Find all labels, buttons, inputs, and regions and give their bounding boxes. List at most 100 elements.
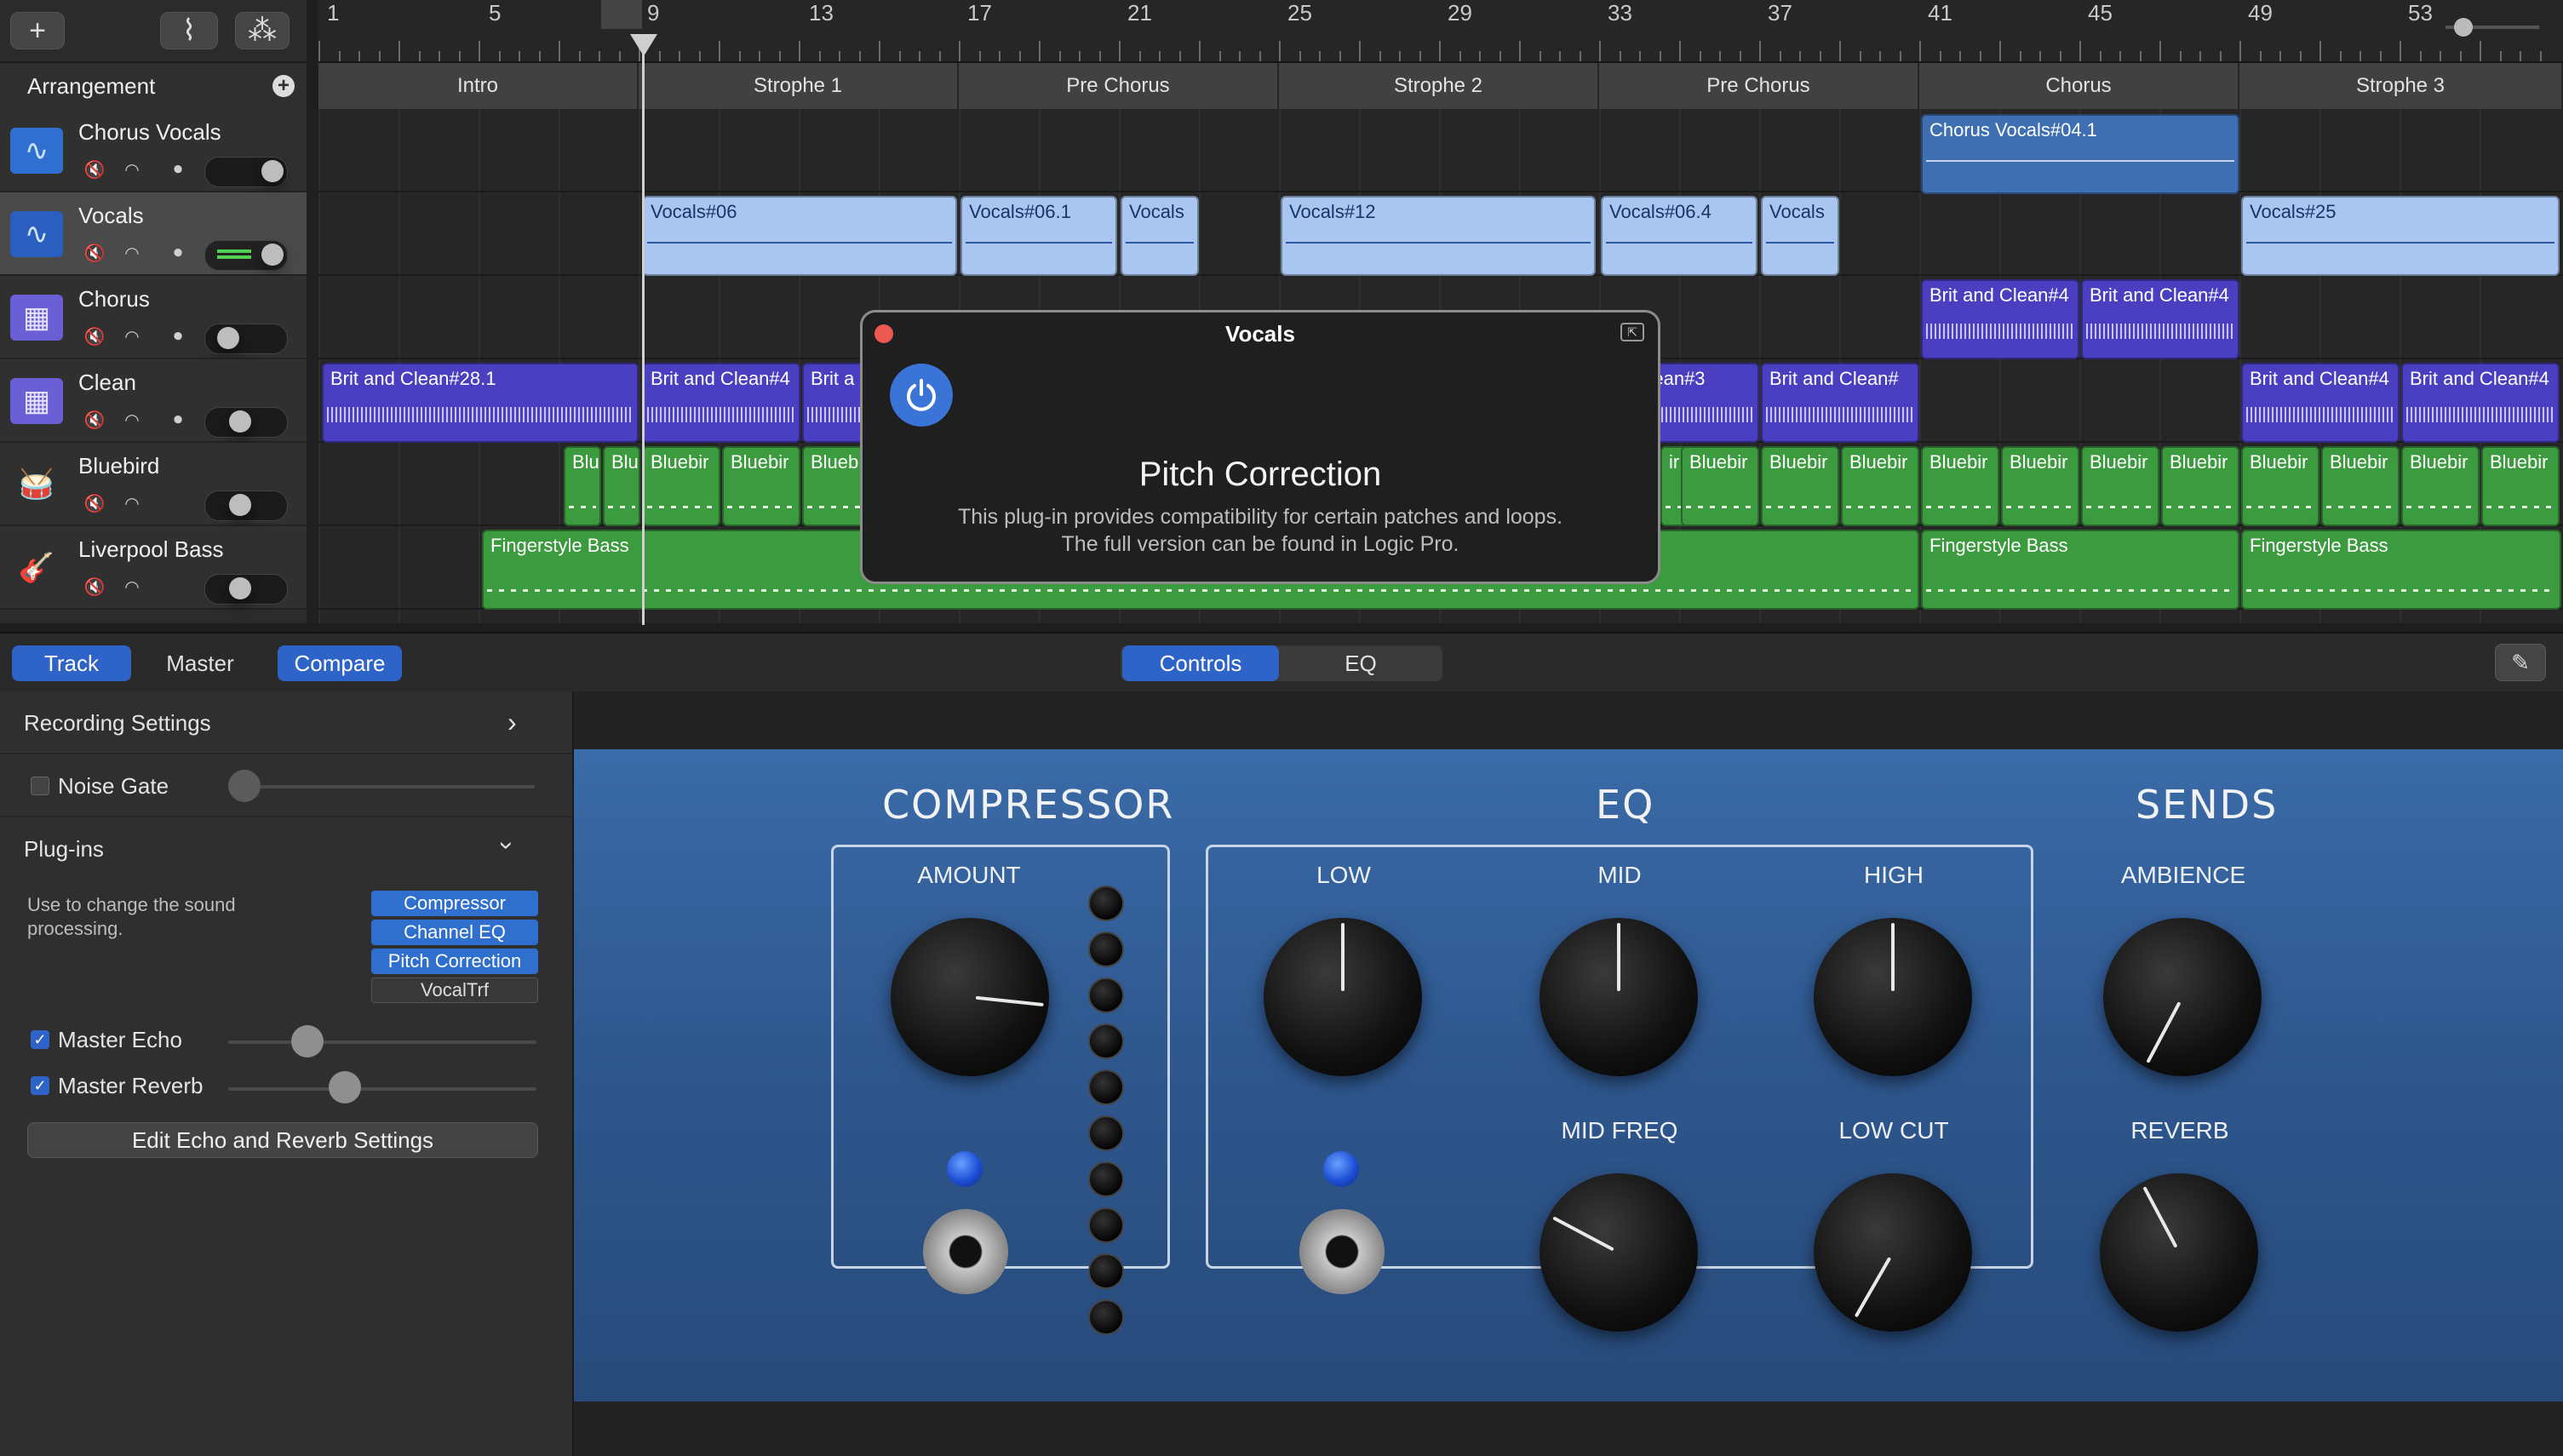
mute-icon[interactable]: 🔇	[80, 324, 109, 349]
arrangement-marker[interactable]: Chorus	[1919, 63, 2239, 109]
mid-freq-knob[interactable]	[1540, 1173, 1698, 1332]
master-reverb-slider-knob[interactable]	[329, 1071, 361, 1103]
arrangement-marker[interactable]: Strophe 1	[639, 63, 959, 109]
automation-button[interactable]: ⌇	[160, 12, 218, 49]
master-echo-slider[interactable]	[228, 1040, 536, 1044]
plugin-slot-pitch-correction[interactable]: Pitch Correction	[371, 949, 538, 974]
add-marker-icon[interactable]: +	[272, 75, 295, 97]
amount-knob[interactable]	[891, 918, 1049, 1076]
drummer-region[interactable]: Bluebir	[2481, 446, 2560, 526]
mute-icon[interactable]: 🔇	[80, 157, 109, 182]
ambience-knob[interactable]	[2103, 918, 2262, 1076]
mid-knob[interactable]	[1540, 918, 1698, 1076]
track-header-liverpool-bass[interactable]: 🎸 Liverpool Bass 🔇 ◠	[0, 526, 307, 610]
power-icon[interactable]	[890, 364, 953, 427]
low-cut-knob[interactable]	[1814, 1173, 1972, 1332]
tab-track[interactable]: Track	[12, 645, 131, 681]
expand-icon[interactable]: ⇱	[1620, 323, 1644, 341]
tab-eq[interactable]: EQ	[1281, 645, 1441, 681]
arrangement-marker[interactable]: Pre Chorus	[1599, 63, 1919, 109]
headphones-icon[interactable]: ◠	[118, 574, 146, 599]
headphones-icon[interactable]: ◠	[118, 490, 146, 516]
audio-region[interactable]: Vocals	[1761, 196, 1839, 276]
audio-region[interactable]: Brit and Clean#4	[642, 363, 800, 443]
drummer-region[interactable]: Bluebir	[1681, 446, 1759, 526]
mute-icon[interactable]: 🔇	[80, 490, 109, 516]
track-volume-toggle[interactable]	[204, 324, 288, 354]
master-reverb-checkbox[interactable]: ✓	[31, 1076, 49, 1095]
audio-region[interactable]: Vocals#06.1	[960, 196, 1117, 276]
headphones-icon[interactable]: ◠	[118, 324, 146, 349]
drummer-region[interactable]: Blu	[564, 446, 601, 526]
playhead[interactable]	[642, 34, 645, 625]
playhead-handle[interactable]	[630, 34, 657, 56]
headphones-icon[interactable]: ◠	[118, 407, 146, 433]
audio-region[interactable]: Brit and Clean#28.1	[322, 363, 639, 443]
audio-region[interactable]: Vocals#06	[642, 196, 957, 276]
noise-gate-slider-knob[interactable]	[228, 770, 261, 802]
zoom-slider-knob[interactable]	[2454, 18, 2473, 37]
track-volume-toggle[interactable]	[204, 407, 288, 438]
track-volume-toggle[interactable]	[204, 490, 288, 521]
drummer-region[interactable]: Bluebir	[2401, 446, 2480, 526]
reverb-knob[interactable]	[2100, 1173, 2258, 1332]
eq-switch[interactable]	[1299, 1209, 1385, 1294]
mute-icon[interactable]: 🔇	[80, 240, 109, 266]
record-enable-icon[interactable]: ⏺	[163, 407, 192, 433]
drummer-region[interactable]: Bluebir	[2001, 446, 2079, 526]
audio-region[interactable]: Vocals	[1121, 196, 1199, 276]
smart-controls-button[interactable]: ⁂	[235, 12, 290, 49]
plugins-row[interactable]: Plug-ins ›	[0, 817, 572, 880]
tab-master[interactable]: Master	[136, 645, 264, 681]
arrangement-marker[interactable]: Intro	[318, 63, 639, 109]
record-enable-icon[interactable]: ⏺	[163, 240, 192, 266]
audio-region[interactable]: Vocals#12	[1281, 196, 1596, 276]
headphones-icon[interactable]: ◠	[118, 240, 146, 266]
headphones-icon[interactable]: ◠	[118, 157, 146, 182]
audio-region[interactable]: Brit and Clean#4	[1921, 279, 2079, 359]
mute-icon[interactable]: 🔇	[80, 574, 109, 599]
noise-gate-slider[interactable]	[244, 785, 535, 788]
audio-region[interactable]: Chorus Vocals#04.1	[1921, 114, 2239, 194]
drummer-region[interactable]: Bluebir	[2321, 446, 2400, 526]
arrangement-marker[interactable]: Strophe 2	[1279, 63, 1599, 109]
drummer-region[interactable]: Bluebir	[2161, 446, 2239, 526]
mute-icon[interactable]: 🔇	[80, 407, 109, 433]
track-volume-toggle[interactable]	[204, 240, 288, 271]
high-knob[interactable]	[1814, 918, 1972, 1076]
track-header-vocals[interactable]: ∿ Vocals 🔇 ◠ ⏺	[0, 192, 307, 276]
audio-region[interactable]: Vocals#06.4	[1601, 196, 1757, 276]
cycle-region[interactable]	[601, 0, 642, 29]
record-enable-icon[interactable]: ⏺	[163, 157, 192, 182]
audio-region[interactable]: Brit and Clean#4	[2401, 363, 2560, 443]
audio-region[interactable]: Brit and Clean#4	[2241, 363, 2400, 443]
pencil-icon[interactable]: ✎	[2495, 644, 2546, 681]
recording-settings-row[interactable]: Recording Settings ›	[0, 691, 572, 754]
arrangement-marker[interactable]: Strophe 3	[2239, 63, 2563, 109]
plugin-slot-compressor[interactable]: Compressor	[371, 891, 538, 916]
track-header-clean[interactable]: ▦ Clean 🔇 ◠ ⏺	[0, 359, 307, 443]
track-header-chorus[interactable]: ▦ Chorus 🔇 ◠ ⏺	[0, 276, 307, 359]
arrangement-marker[interactable]: Pre Chorus	[959, 63, 1279, 109]
audio-region[interactable]: Brit and Clean#	[1761, 363, 1919, 443]
add-track-button[interactable]: +	[10, 12, 65, 49]
low-knob[interactable]	[1264, 918, 1422, 1076]
master-echo-checkbox[interactable]: ✓	[31, 1030, 49, 1049]
drummer-region[interactable]: Bluebir	[2241, 446, 2319, 526]
drummer-region[interactable]: Bluebir	[1841, 446, 1919, 526]
edit-echo-reverb-button[interactable]: Edit Echo and Reverb Settings	[27, 1122, 538, 1158]
midi-region[interactable]: Fingerstyle Bass	[1921, 530, 2239, 610]
audio-region[interactable]: Brit and Clean#4	[2081, 279, 2239, 359]
noise-gate-checkbox[interactable]	[31, 777, 49, 795]
drummer-region[interactable]: Bluebir	[642, 446, 720, 526]
track-volume-toggle[interactable]	[204, 574, 288, 605]
track-volume-toggle[interactable]	[204, 157, 288, 187]
compare-button[interactable]: Compare	[278, 645, 402, 681]
drummer-region[interactable]: Bluebir	[722, 446, 800, 526]
master-reverb-slider[interactable]	[228, 1087, 536, 1091]
drummer-region[interactable]: Bluebir	[2081, 446, 2159, 526]
plugin-slot-channel-eq[interactable]: Channel EQ	[371, 920, 538, 945]
tab-controls[interactable]: Controls	[1122, 645, 1279, 681]
track-header-bluebird[interactable]: 🥁 Bluebird 🔇 ◠	[0, 443, 307, 526]
midi-region[interactable]: Fingerstyle Bass	[2241, 530, 2561, 610]
